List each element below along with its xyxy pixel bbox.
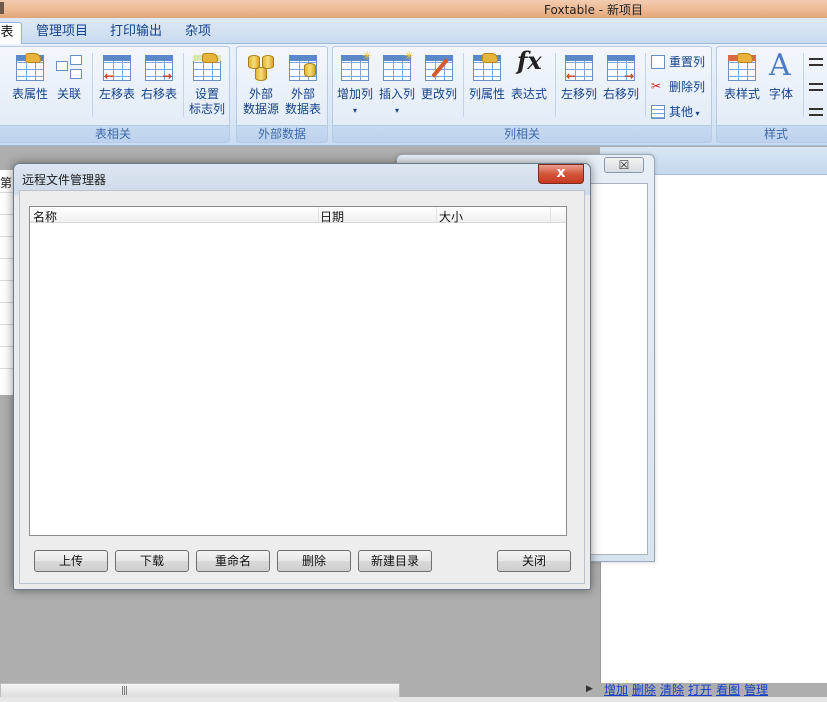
ribbon: 表属性 关联 ← 左移表 → 右移表 设置 标志列 表相关 外部 数据源 外部 … bbox=[0, 44, 827, 146]
delete-button[interactable]: 删除 bbox=[277, 550, 351, 572]
rename-button[interactable]: 重命名 bbox=[196, 550, 270, 572]
add-column-icon: ✳ bbox=[340, 50, 372, 83]
background-window-close-button[interactable]: ☒ bbox=[604, 157, 644, 173]
move-table-right-button[interactable]: → 右移表 bbox=[139, 53, 179, 102]
relations-button[interactable]: 关联 bbox=[53, 53, 85, 102]
change-column-button[interactable]: 更改列 bbox=[419, 53, 459, 102]
column-divider[interactable] bbox=[550, 207, 551, 223]
table-style-button[interactable]: 表样式 bbox=[721, 53, 763, 102]
column-header-date[interactable]: 日期 bbox=[320, 208, 344, 225]
separator bbox=[555, 53, 556, 117]
database-icon bbox=[246, 53, 276, 83]
set-flag-column-button[interactable]: 设置 标志列 bbox=[187, 53, 227, 117]
external-table-button[interactable]: 外部 数据表 bbox=[283, 53, 323, 117]
other-column-options-button[interactable]: 其他 ▾ bbox=[649, 103, 700, 121]
grid-small-icon bbox=[651, 105, 665, 119]
tab-misc[interactable]: 杂项 bbox=[178, 22, 218, 44]
move-right-icon: → bbox=[144, 53, 174, 83]
download-button[interactable]: 下载 bbox=[115, 550, 189, 572]
align-right-icon bbox=[809, 108, 823, 116]
column-header-name[interactable]: 名称 bbox=[33, 208, 57, 225]
group-label: 表相关 bbox=[0, 125, 229, 142]
column-header-size[interactable]: 大小 bbox=[439, 208, 463, 225]
new-folder-button[interactable]: 新建目录 bbox=[358, 550, 432, 572]
align-left-button[interactable] bbox=[807, 53, 827, 71]
tab-manage-project[interactable]: 管理项目 bbox=[30, 22, 94, 44]
grid-header-fragment: 第 bbox=[0, 176, 13, 190]
scroll-thumb-grip[interactable]: ||| bbox=[121, 686, 128, 696]
upload-button[interactable]: 上传 bbox=[34, 550, 108, 572]
delete-column-button[interactable]: ✂ 删除列 bbox=[649, 78, 705, 96]
font-icon: A bbox=[769, 48, 791, 83]
link-add[interactable]: 增加 bbox=[604, 683, 628, 697]
separator bbox=[803, 53, 804, 117]
edit-column-icon bbox=[424, 53, 454, 83]
right-panel-links: 增加 删除 清除 打开 看图 管理 bbox=[604, 681, 772, 698]
align-left-icon bbox=[809, 58, 823, 66]
column-properties-icon bbox=[472, 53, 502, 83]
fx-icon: fx bbox=[517, 46, 542, 75]
move-left-icon: ← bbox=[102, 53, 132, 83]
link-delete[interactable]: 删除 bbox=[632, 683, 656, 697]
table-properties-button[interactable]: 表属性 bbox=[11, 53, 49, 102]
separator bbox=[183, 53, 184, 117]
reset-icon bbox=[651, 55, 665, 69]
column-left-icon: ← bbox=[564, 53, 594, 83]
font-button[interactable]: A 字体 bbox=[765, 48, 797, 102]
table-properties-icon bbox=[15, 53, 45, 83]
file-list[interactable]: 名称 日期 大小 bbox=[29, 206, 567, 536]
dialog-title: 远程文件管理器 bbox=[22, 173, 107, 187]
group-table: 表属性 关联 ← 左移表 → 右移表 设置 标志列 表相关 bbox=[0, 46, 230, 143]
insert-column-icon: ✳ bbox=[382, 50, 414, 83]
ribbon-tabs: 表 管理项目 打印输出 杂项 bbox=[0, 18, 827, 44]
file-list-header: 名称 日期 大小 bbox=[30, 207, 566, 225]
separator bbox=[645, 53, 646, 117]
group-label: 外部数据 bbox=[237, 125, 327, 142]
title-bar: Foxtable - 新项目 bbox=[0, 0, 827, 18]
expression-button[interactable]: fx 表达式 bbox=[509, 46, 549, 102]
link-view-image[interactable]: 看图 bbox=[716, 683, 740, 697]
link-manage[interactable]: 管理 bbox=[744, 683, 768, 697]
reset-column-button[interactable]: 重置列 bbox=[649, 53, 705, 71]
close-button[interactable]: 关闭 bbox=[497, 550, 571, 572]
group-label: 列相关 bbox=[333, 125, 711, 142]
table-grid-strip bbox=[0, 170, 14, 395]
flag-column-icon bbox=[192, 53, 222, 83]
column-right-icon: → bbox=[606, 53, 636, 83]
horizontal-scrollbar[interactable]: ||| bbox=[0, 683, 400, 698]
move-column-right-button[interactable]: → 右移列 bbox=[601, 53, 641, 102]
move-table-left-button[interactable]: ← 左移表 bbox=[97, 53, 137, 102]
external-datasource-button[interactable]: 外部 数据源 bbox=[241, 53, 281, 117]
scroll-right-arrow-icon[interactable]: ▶ bbox=[586, 684, 593, 694]
tab-print-output[interactable]: 打印输出 bbox=[104, 22, 168, 44]
remote-file-manager-dialog: 远程文件管理器 x 名称 日期 大小 上传 下载 重命名 删除 新建目录 关闭 bbox=[13, 163, 591, 590]
table-style-icon bbox=[727, 53, 757, 83]
external-table-icon bbox=[288, 53, 318, 83]
status-strip bbox=[0, 697, 827, 702]
align-center-button[interactable] bbox=[807, 78, 827, 96]
column-properties-button[interactable]: 列属性 bbox=[467, 53, 507, 102]
insert-column-button[interactable]: ✳ 插入列 ▾ bbox=[377, 50, 417, 118]
separator bbox=[463, 53, 464, 117]
relations-icon bbox=[54, 53, 84, 83]
move-column-left-button[interactable]: ← 左移列 bbox=[559, 53, 599, 102]
link-clear[interactable]: 清除 bbox=[660, 683, 684, 697]
column-divider[interactable] bbox=[436, 207, 437, 223]
align-center-icon bbox=[809, 83, 823, 91]
group-label: 样式 bbox=[717, 125, 827, 142]
dialog-close-button[interactable]: x bbox=[538, 164, 584, 184]
group-columns: ✳ 增加列 ▾ ✳ 插入列 ▾ 更改列 列属性 fx 表达式 ← 左移列 → 右移列 bbox=[332, 46, 712, 143]
tab-table[interactable]: 表 bbox=[0, 22, 22, 44]
group-external-data: 外部 数据源 外部 数据表 外部数据 bbox=[236, 46, 328, 143]
column-divider[interactable] bbox=[318, 207, 319, 223]
add-column-button[interactable]: ✳ 增加列 ▾ bbox=[335, 50, 375, 118]
align-right-button[interactable] bbox=[807, 103, 827, 121]
window-title: Foxtable - 新项目 bbox=[544, 3, 643, 17]
link-open[interactable]: 打开 bbox=[688, 683, 712, 697]
group-style: 表样式 A 字体 样式 bbox=[716, 46, 827, 143]
separator bbox=[92, 53, 93, 117]
delete-column-icon: ✂ bbox=[651, 79, 662, 93]
